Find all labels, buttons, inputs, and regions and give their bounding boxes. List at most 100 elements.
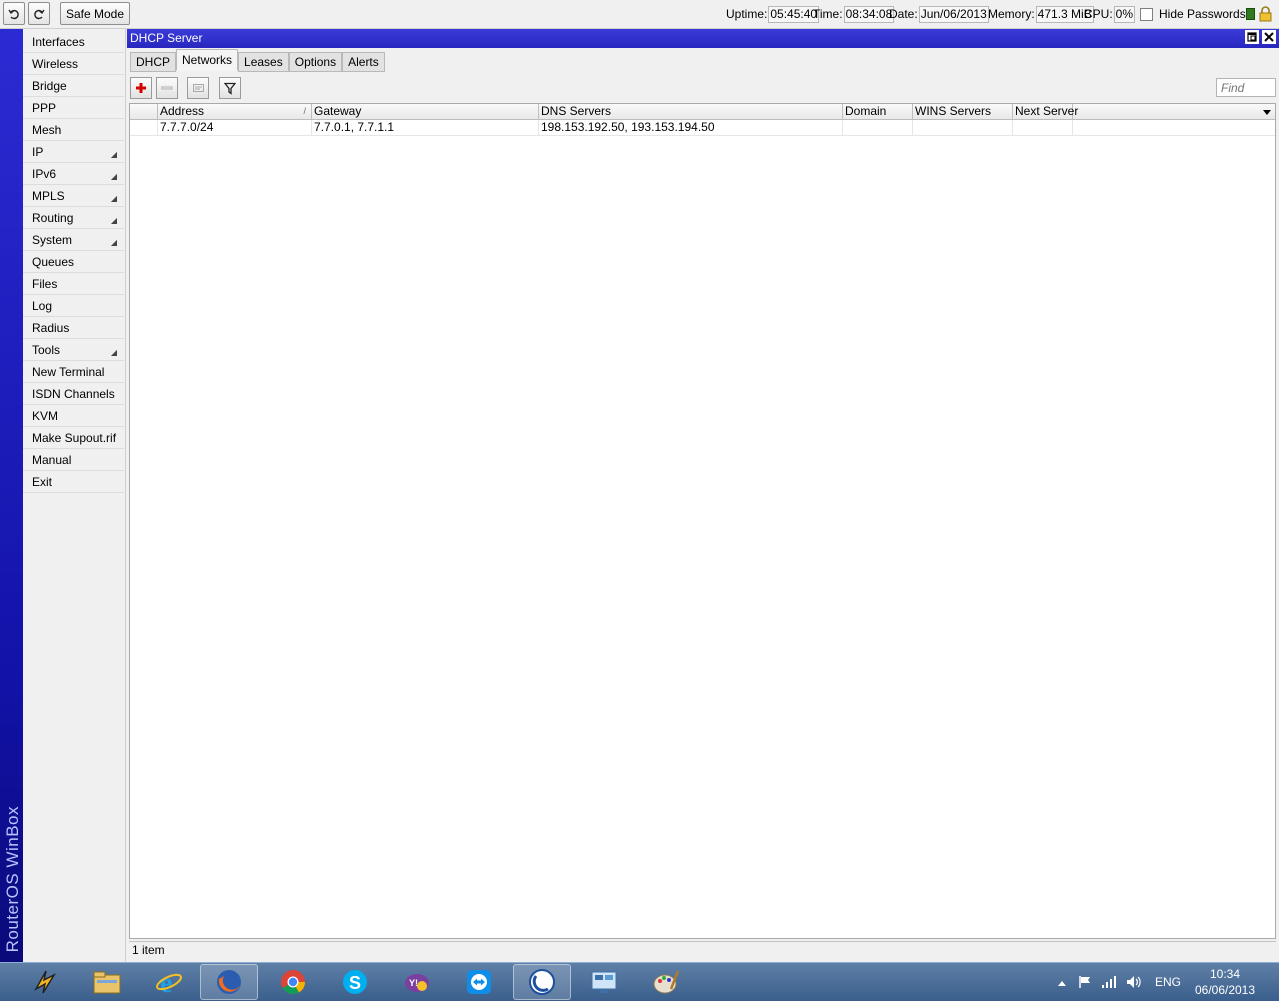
system-clock[interactable]: 10:34 06/06/2013 <box>1190 966 1260 998</box>
svg-text:e: e <box>160 968 172 997</box>
tab-networks[interactable]: Networks <box>176 49 239 71</box>
sidebar-item-radius[interactable]: Radius <box>23 317 124 339</box>
sidebar-item-tools[interactable]: Tools ◢ <box>23 339 124 361</box>
column-header-address[interactable]: Address / <box>158 104 312 120</box>
uptime-stat: Uptime: 05:45:40 <box>726 5 820 23</box>
sidebar-item-log[interactable]: Log <box>23 295 124 317</box>
close-window-button[interactable] <box>1262 30 1276 44</box>
sidebar-item-new-terminal[interactable]: New Terminal <box>23 361 124 383</box>
taskbar-app-explorer[interactable] <box>78 964 136 1000</box>
taskbar-app-ie[interactable]: e <box>140 964 198 1000</box>
column-header-domain[interactable]: Domain <box>843 104 913 120</box>
firefox-icon <box>217 970 241 994</box>
taskbar-app-messenger[interactable]: Y! <box>388 964 446 1000</box>
table-row[interactable]: 7.7.7.0/24 7.7.0.1, 7.7.1.1 198.153.192.… <box>130 120 1275 136</box>
add-icon <box>136 83 146 93</box>
sidebar-item-wireless[interactable]: Wireless <box>23 53 124 75</box>
sidebar-item-label: Tools <box>32 343 61 357</box>
undo-icon <box>8 9 19 19</box>
sidebar-item-bridge[interactable]: Bridge <box>23 75 124 97</box>
remove-button[interactable] <box>156 77 178 99</box>
cpu-label: CPU: <box>1084 7 1113 21</box>
sidebar-item-exit[interactable]: Exit <box>23 471 124 493</box>
safe-mode-button[interactable]: Safe Mode <box>60 2 130 25</box>
memory-stat: Memory: 471.3 MiB <box>988 5 1094 23</box>
window-title: DHCP Server <box>130 31 203 45</box>
column-header-wins-servers[interactable]: WINS Servers <box>913 104 1013 120</box>
dropdown-arrow-icon <box>1263 110 1271 115</box>
taskbar-app-winamp[interactable] <box>16 964 74 1000</box>
hide-passwords-toggle[interactable]: Hide Passwords <box>1140 5 1246 23</box>
cpu-stat: CPU: 0% <box>1084 5 1136 23</box>
sidebar-item-queues[interactable]: Queues <box>23 251 124 273</box>
table-header: Address / Gateway DNS Servers Domain WIN… <box>130 104 1275 120</box>
taskbar-app-winbox[interactable] <box>513 964 571 1000</box>
sidebar-item-label: Manual <box>32 453 72 467</box>
restore-window-button[interactable] <box>1245 30 1259 44</box>
sidebar-item-system[interactable]: System ◢ <box>23 229 124 251</box>
sidebar-item-mesh[interactable]: Mesh <box>23 119 124 141</box>
sidebar-item-label: Log <box>32 299 53 313</box>
action-center-flag-icon[interactable] <box>1078 975 1092 989</box>
sidebar-item-label: ISDN Channels <box>32 387 115 401</box>
taskbar-app-skype[interactable]: S <box>326 964 384 1000</box>
sidebar-item-routing[interactable]: Routing ◢ <box>23 207 124 229</box>
clock-time: 10:34 <box>1209 967 1241 981</box>
sidebar-menu: Interfaces Wireless Bridge PPP Mesh IP ◢ … <box>23 29 126 962</box>
comment-button[interactable] <box>187 77 209 99</box>
column-header-dns-servers[interactable]: DNS Servers <box>539 104 843 120</box>
sidebar-item-files[interactable]: Files <box>23 273 124 295</box>
tab-options[interactable]: Options <box>288 52 343 72</box>
column-label: Gateway <box>314 104 362 118</box>
sidebar-item-ppp[interactable]: PPP <box>23 97 124 119</box>
tab-alerts[interactable]: Alerts <box>342 52 385 72</box>
cpu-value: 0% <box>1113 5 1136 23</box>
sidebar-item-label: New Terminal <box>32 365 105 379</box>
sidebar-item-label: Bridge <box>32 79 67 93</box>
column-header-next-server[interactable]: Next Server <box>1013 104 1078 120</box>
language-indicator[interactable]: ENG <box>1155 975 1181 989</box>
sidebar-item-label: Radius <box>32 321 70 335</box>
sidebar-item-interfaces[interactable]: Interfaces <box>23 31 124 53</box>
hide-passwords-checkbox[interactable] <box>1140 7 1153 21</box>
sidebar-item-label: Interfaces <box>32 35 85 49</box>
column-header-gateway[interactable]: Gateway <box>312 104 539 120</box>
redo-icon <box>34 9 45 19</box>
sidebar-item-mpls[interactable]: MPLS ◢ <box>23 185 124 207</box>
redo-button[interactable] <box>28 2 50 25</box>
sidebar-item-label: Exit <box>32 475 53 489</box>
remote-desktop-icon <box>591 971 617 993</box>
taskbar-app-teamviewer[interactable] <box>450 964 508 1000</box>
sort-indicator-icon: / <box>303 106 306 116</box>
tab-leases[interactable]: Leases <box>238 52 289 72</box>
show-hidden-icons-icon[interactable] <box>1057 979 1067 987</box>
window-title-bar[interactable]: DHCP Server <box>127 29 1279 48</box>
cell-domain <box>843 120 913 135</box>
winbox-icon <box>529 969 555 995</box>
messenger-icon: Y! <box>405 974 429 992</box>
undo-button[interactable] <box>3 2 25 25</box>
network-signal-icon[interactable] <box>1101 975 1117 989</box>
sidebar-item-kvm[interactable]: KVM <box>23 405 124 427</box>
volume-icon[interactable] <box>1126 975 1142 989</box>
column-menu-button[interactable] <box>1261 106 1273 118</box>
sidebar-item-make-supout[interactable]: Make Supout.rif <box>23 427 124 449</box>
taskbar-app-remote-desktop[interactable] <box>575 964 633 1000</box>
sidebar-item-label: IPv6 <box>32 167 57 181</box>
sidebar-item-label: MPLS <box>32 189 65 203</box>
sidebar-item-manual[interactable]: Manual <box>23 449 124 471</box>
sidebar-item-isdn-channels[interactable]: ISDN Channels <box>23 383 124 405</box>
find-input[interactable] <box>1216 78 1276 97</box>
sidebar-item-ip[interactable]: IP ◢ <box>23 141 124 163</box>
add-button[interactable] <box>130 77 152 99</box>
tab-dhcp[interactable]: DHCP <box>130 52 177 72</box>
taskbar-app-firefox[interactable] <box>200 964 258 1000</box>
sidebar-item-label: Mesh <box>32 123 62 137</box>
winamp-icon <box>34 970 57 994</box>
filter-button[interactable] <box>219 77 241 99</box>
sidebar-item-ipv6[interactable]: IPv6 ◢ <box>23 163 124 185</box>
taskbar-app-chrome[interactable] <box>264 964 322 1000</box>
column-label: DNS Servers <box>541 104 612 118</box>
taskbar-app-paint[interactable] <box>637 964 695 1000</box>
file-explorer-icon <box>93 971 121 994</box>
